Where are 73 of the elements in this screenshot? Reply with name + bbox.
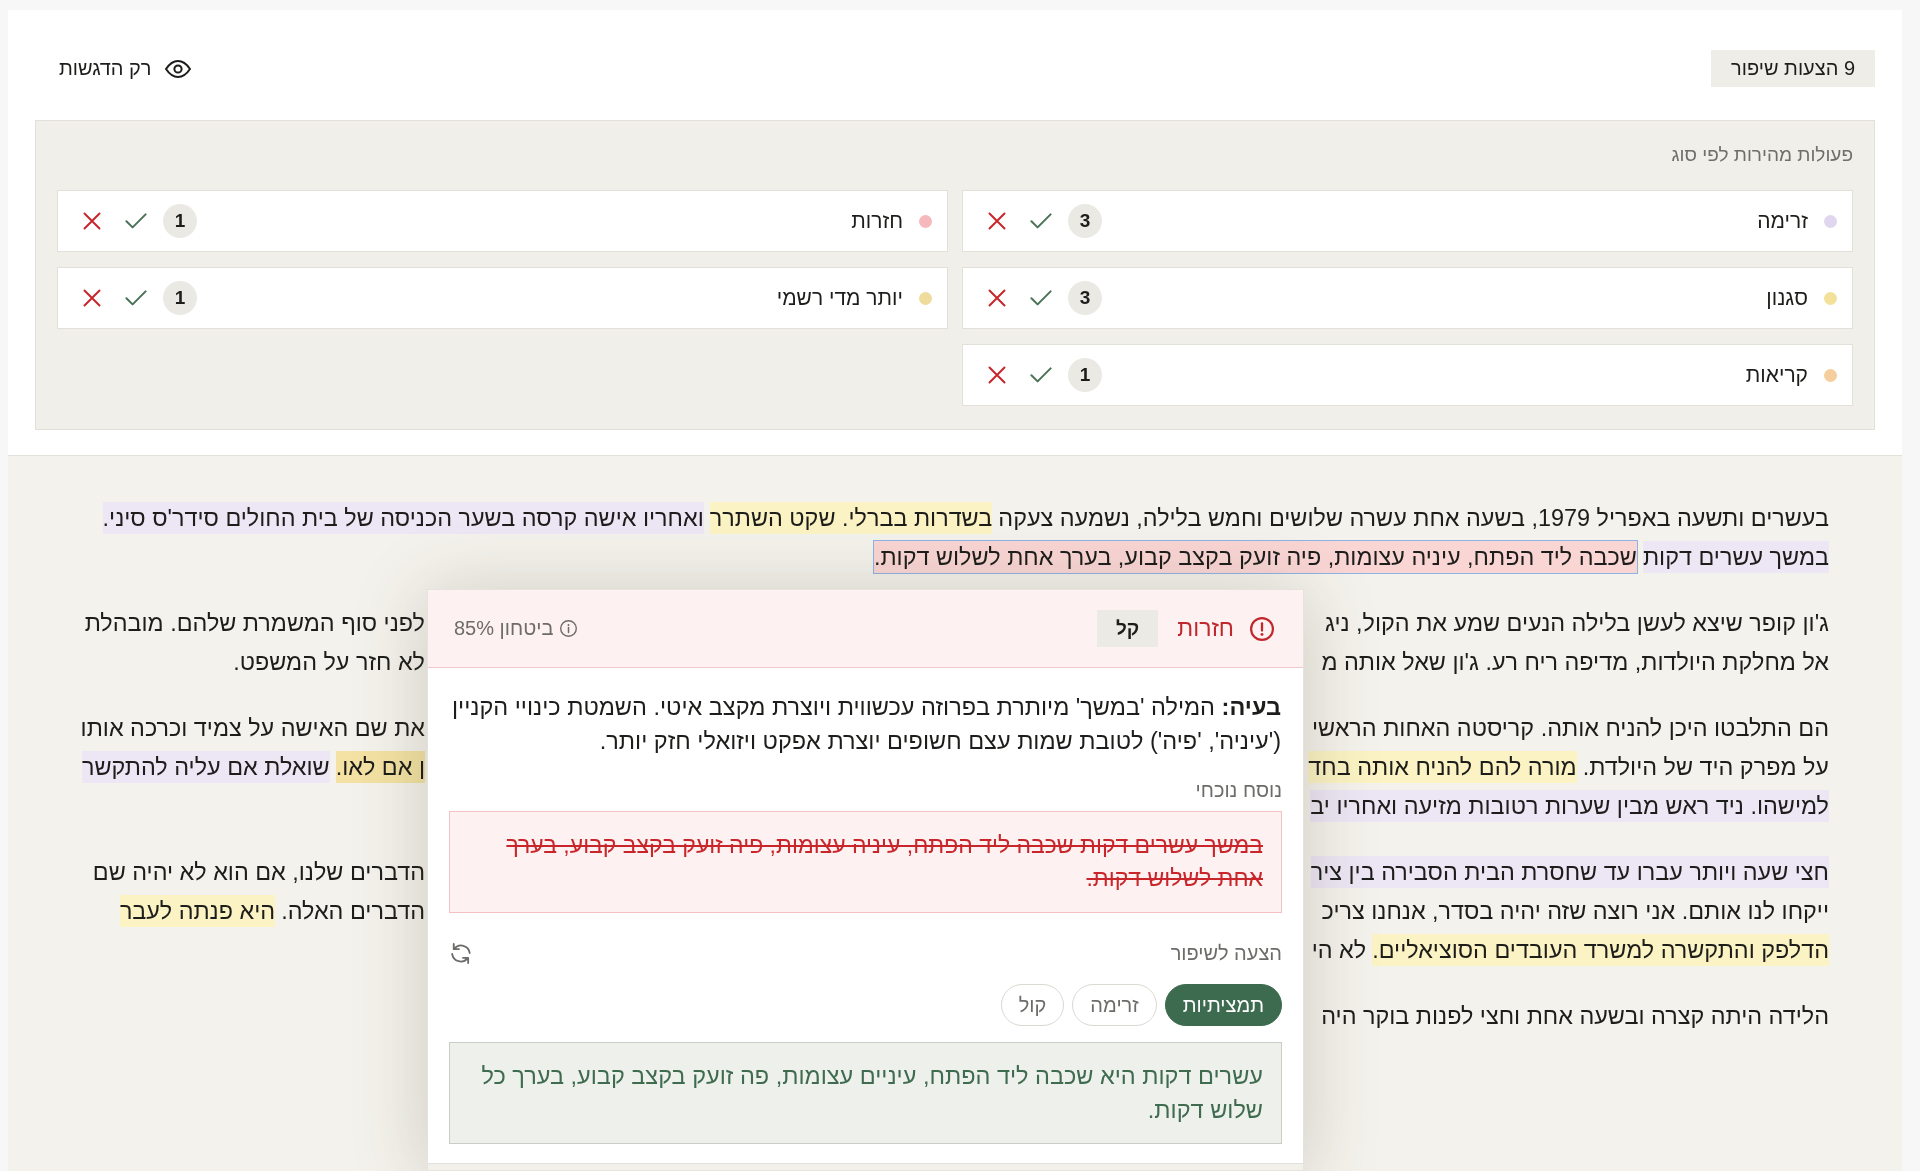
accept-all-button[interactable]	[1030, 290, 1052, 306]
body-text: הלידה היתה קצרה ובשעה אחת וחצי לפנות בוקר היה	[1321, 1003, 1829, 1029]
category-name: יותר מדי רשמי	[776, 286, 903, 310]
count-badge: 1	[163, 204, 197, 238]
category-name: קריאות	[1745, 363, 1808, 387]
explanation-text: בעיה: המילה 'במשך' מיותרת בפרוזה עכשווית ויוצרת מקצב איטי. השמטת כינויי הקניין ('עיניה', 'פיה') לטובת שמות עצם חשופים יוצרת אפקט ויזואלי חזק יותר.	[450, 693, 1282, 756]
check-icon	[125, 213, 147, 229]
accept-all-button[interactable]	[125, 290, 147, 306]
reject-all-button[interactable]	[988, 289, 1006, 307]
cross-icon	[988, 212, 1006, 230]
current-text-block: במשך עשרים דקות שכבה ליד הפתח, עיניה עצומות, פיה זועק בקצב קבוע, בערך אחת לשלוש דקות.	[449, 811, 1282, 913]
suggestion-count-tag: 9 הצעות שיפור	[1711, 50, 1875, 87]
body-text: בעשרים ותשעה באפריל 1979, בשעה אחת עשרה שלושים וחמש בלילה, נשמעה צעקה	[998, 505, 1829, 531]
panel-title: פעולות מהירות לפי סוג	[1670, 143, 1853, 167]
body-text: הם התלבטו היכן להניח אותה. קריסטה האחות הראשי	[1312, 715, 1829, 741]
highlighted-text[interactable]: ן אם לאו.	[335, 751, 425, 783]
body-text: הדברים האלה.	[281, 898, 425, 924]
body-text: לא חזר על המשפט.	[233, 649, 425, 675]
highlights-only-toggle[interactable]: רק הדגשות	[59, 53, 192, 84]
check-icon	[1030, 213, 1052, 229]
cross-icon	[988, 289, 1006, 307]
body-text: הדברים שלנו, אם הוא לא יהיה שם	[92, 859, 425, 885]
regenerate-button[interactable]	[451, 942, 471, 964]
accept-all-button[interactable]	[1030, 367, 1052, 383]
severity-tag: קל	[1096, 610, 1159, 647]
body-text: אל מחלקת היולדות, מדיפה ריח רע. ג'ון שאל אותה מ	[1321, 649, 1829, 675]
section-label: נוסח נוכחי	[1194, 778, 1282, 802]
count-badge: 3	[1068, 281, 1102, 315]
body-text: לפני סוף המשמרת שלהם. מובהלת	[84, 610, 425, 636]
category-name: סגנון	[1766, 286, 1808, 310]
alert-icon	[1250, 616, 1274, 641]
style-option[interactable]: זרימה	[1072, 984, 1157, 1026]
section-label: הצעה לשיפור	[1170, 941, 1282, 965]
highlighted-text[interactable]: במשך עשרים דקות	[1642, 541, 1829, 573]
check-icon	[1030, 290, 1052, 306]
body-text: ג'ון קופר שיצא לעשן בלילה הנעים שמע את הקול, ניג	[1325, 610, 1829, 636]
check-icon	[125, 290, 147, 306]
style-option[interactable]: קול	[1000, 984, 1065, 1026]
count-badge: 1	[1068, 358, 1102, 392]
accept-all-button[interactable]	[1030, 213, 1052, 229]
reject-all-button[interactable]	[988, 366, 1006, 384]
info-icon	[560, 620, 578, 637]
category-name: חזרות	[851, 209, 903, 233]
cross-icon	[988, 366, 1006, 384]
highlighted-text[interactable]: חצי שעה ויותר עברו עד שחסרת הבית הסבירה בין ציר	[1310, 856, 1829, 888]
check-icon	[1030, 367, 1052, 383]
reject-all-button[interactable]	[988, 212, 1006, 230]
highlighted-text[interactable]: למישהו. ניד ראש מבין שערות רטובות מזיעה ואחריו יב	[1310, 790, 1829, 822]
cross-icon	[83, 212, 101, 230]
highlighted-text[interactable]: היא פנתה לעבר	[119, 895, 276, 927]
count-badge: 1	[163, 281, 197, 315]
style-option[interactable]: תמציתיות	[1164, 984, 1282, 1026]
highlighted-text[interactable]: הדלפק והתקשרה למשרד העובדים הסוציאליים.	[1372, 934, 1829, 966]
issue-category: חזרות	[1177, 615, 1234, 642]
reject-all-button[interactable]	[83, 289, 101, 307]
confidence-text: ביטחון 85%	[454, 617, 554, 640]
cross-icon	[83, 289, 101, 307]
highlighted-text[interactable]: בשדרות בברלי. שקט השתרר	[709, 502, 993, 534]
body-text: ייקחו לנו אותם. אני רוצה שזה יהיה בסדר, אנחנו צריכ	[1321, 898, 1829, 924]
refresh-icon	[451, 942, 471, 964]
highlighted-text[interactable]: שואלת אם עליה להתקשר	[81, 751, 330, 783]
count-badge: 3	[1068, 204, 1102, 238]
category-name: זרימה	[1757, 209, 1808, 233]
body-text: לא הי	[1311, 937, 1367, 963]
body-text: את שם האישה על צמיד וכרכה אותו	[80, 715, 425, 741]
accept-all-button[interactable]	[125, 213, 147, 229]
highlighted-text[interactable]: ואחריו אישה קרסה בשער הכניסה של בית החולים סידר'ס סיני.	[102, 502, 704, 534]
eye-icon	[165, 59, 192, 78]
suggested-text-block: עשרים דקות היא שכבה ליד הפתח, עיניים עצומות, פה זועק בקצב קבוע, בערך כל שלוש דקות.	[449, 1042, 1282, 1144]
highlighted-text[interactable]: מורה להם להניח אותה בחד	[1308, 751, 1577, 783]
reject-all-button[interactable]	[83, 212, 101, 230]
body-text: על מפרק היד של היולדת.	[1582, 754, 1829, 780]
highlighted-text[interactable]: שכבה ליד הפתח, עיניה עצומות, פיה זועק בקצב קבוע, בערך אחת לשלוש דקות.	[873, 541, 1637, 573]
